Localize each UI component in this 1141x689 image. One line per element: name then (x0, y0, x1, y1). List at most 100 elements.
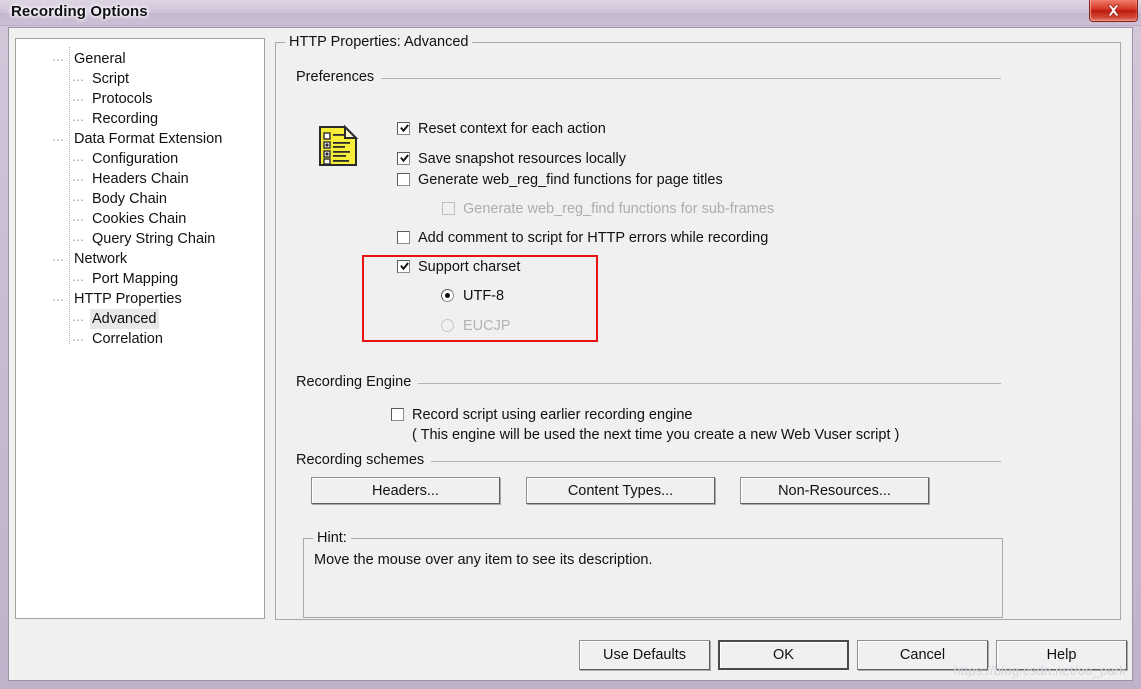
tree-item-data-format-extension[interactable]: ⋯ Data Format Extension (16, 129, 264, 149)
tree-connector-icon: ⋯ (52, 253, 64, 267)
title-bar[interactable]: Recording Options (0, 0, 1141, 26)
tree-item-label: Body Chain (92, 191, 167, 207)
button-label: Use Defaults (602, 647, 686, 663)
tree-item-label: HTTP Properties (74, 291, 182, 307)
tree-item-label: Query String Chain (92, 231, 216, 247)
button-label: Content Types... (567, 482, 674, 499)
radio-dot (445, 293, 450, 298)
hint-title: Hint: (313, 530, 351, 546)
tree-item-query-string-chain[interactable]: ⋯ Query String Chain (16, 229, 264, 249)
checkbox-box (391, 408, 404, 421)
tree-item-label: Headers Chain (92, 171, 189, 187)
close-icon (1107, 4, 1120, 17)
recording-options-window: Recording Options ⋯ General ⋯ Script ⋯ Protoc… (0, 0, 1141, 689)
tree-item-protocols[interactable]: ⋯ Protocols (16, 89, 264, 109)
window-title: Recording Options (11, 3, 148, 20)
preferences-section-header: Preferences (296, 69, 1001, 87)
watermark-text: https://blog.csdn.net/oo_park (953, 663, 1126, 678)
button-label: Non-Resources... (778, 482, 891, 499)
checkbox-box (442, 202, 455, 215)
checkbox-label: Save snapshot resources locally (418, 151, 626, 167)
button-content-types[interactable]: Content Types... (526, 477, 715, 504)
tree-connector-icon: ⋯ (72, 113, 84, 127)
tree-item-body-chain[interactable]: ⋯ Body Chain (16, 189, 264, 209)
recording-engine-note: ( This engine will be used the next time… (412, 427, 900, 443)
tree-connector-icon: ⋯ (72, 233, 84, 247)
button-non-resources[interactable]: Non-Resources... (740, 477, 929, 504)
checkbox-box (397, 231, 410, 244)
tree-item-network[interactable]: ⋯ Network (16, 249, 264, 269)
check-icon (400, 262, 409, 271)
tree-item-port-mapping[interactable]: ⋯ Port Mapping (16, 269, 264, 289)
tree-item-label: Advanced (90, 309, 159, 329)
tree-item-label: Correlation (92, 331, 163, 347)
tree-item-correlation[interactable]: ⋯ Correlation (16, 329, 264, 349)
preferences-rule (296, 78, 1001, 79)
tree-item-label: Port Mapping (92, 271, 179, 287)
checkbox-label: Generate web_reg_find functions for sub-… (463, 201, 775, 217)
button-label: Cancel (899, 647, 946, 663)
recording-schemes-section-header: Recording schemes (296, 452, 1001, 470)
checkbox-label: Add comment to script for HTTP errors wh… (418, 230, 769, 246)
tree-connector-icon: ⋯ (72, 153, 84, 167)
radio-circle (441, 289, 454, 302)
checkbox-label: Record script using earlier recording en… (412, 407, 693, 423)
button-use-defaults[interactable]: Use Defaults (579, 640, 710, 670)
check-icon (400, 154, 409, 163)
checkbox-box (397, 260, 410, 273)
tree-item-general[interactable]: ⋯ General (16, 49, 264, 69)
tree-item-headers-chain[interactable]: ⋯ Headers Chain (16, 169, 264, 189)
tree-connector-icon: ⋯ (72, 73, 84, 87)
radio-label: EUCJP (463, 318, 511, 334)
tree-item-advanced[interactable]: ⋯ Advanced (16, 309, 264, 329)
tree-connector-icon: ⋯ (72, 173, 84, 187)
button-label: Headers... (372, 482, 439, 499)
tree-connector-icon: ⋯ (72, 93, 84, 107)
button-label: Help (1046, 647, 1077, 663)
http-properties-advanced-group: HTTP Properties: Advanced Preferences Re… (275, 34, 1121, 620)
recording-engine-section-header: Recording Engine (296, 374, 1001, 392)
tree-item-recording[interactable]: ⋯ Recording (16, 109, 264, 129)
checkbox-box (397, 152, 410, 165)
checkbox-label: Support charset (418, 259, 521, 275)
tree-connector-icon: ⋯ (52, 53, 64, 67)
check-icon (400, 124, 409, 133)
radio-label: UTF-8 (463, 288, 505, 304)
hint-group: Hint: Move the mouse over any item to se… (303, 530, 1003, 618)
hint-text: Move the mouse over any item to see its … (314, 552, 653, 568)
recording-engine-label: Recording Engine (296, 374, 419, 390)
tree-item-configuration[interactable]: ⋯ Configuration (16, 149, 264, 169)
tree-item-label: Protocols (92, 91, 153, 107)
tree-connector-icon: ⋯ (72, 193, 84, 207)
dialog-client-area: ⋯ General ⋯ Script ⋯ Protocols ⋯ Recording ⋯ Data… (8, 27, 1133, 681)
button-label: OK (773, 647, 794, 663)
tree-connector-icon: ⋯ (72, 213, 84, 227)
tree-item-cookies-chain[interactable]: ⋯ Cookies Chain (16, 209, 264, 229)
tree-item-label: General (74, 51, 126, 67)
form-document-icon (319, 124, 359, 166)
tree-connector-icon: ⋯ (52, 293, 64, 307)
button-ok[interactable]: OK (718, 640, 849, 670)
tree-connector-icon: ⋯ (52, 133, 64, 147)
tree-connector-icon: ⋯ (72, 273, 84, 287)
tree-connector-icon: ⋯ (72, 313, 84, 327)
recording-schemes-label: Recording schemes (296, 452, 432, 468)
checkbox-label: Generate web_reg_find functions for page… (418, 172, 723, 188)
tree-item-label: Network (74, 251, 128, 267)
radio-circle (441, 319, 454, 332)
tree-item-label: Configuration (92, 151, 179, 167)
tree-item-label: Data Format Extension (74, 131, 223, 147)
tree-item-label: Recording (92, 111, 159, 127)
checkbox-box (397, 173, 410, 186)
tree-item-http-properties[interactable]: ⋯ HTTP Properties (16, 289, 264, 309)
tree-item-label: Script (92, 71, 130, 87)
button-headers[interactable]: Headers... (311, 477, 500, 504)
checkbox-box (397, 122, 410, 135)
options-tree[interactable]: ⋯ General ⋯ Script ⋯ Protocols ⋯ Recording ⋯ Data… (15, 38, 265, 619)
preferences-label: Preferences (296, 69, 382, 85)
tree-connector-icon: ⋯ (72, 333, 84, 347)
checkbox-label: Reset context for each action (418, 121, 606, 137)
close-button[interactable] (1089, 0, 1138, 22)
tree-item-label: Cookies Chain (92, 211, 187, 227)
tree-item-script[interactable]: ⋯ Script (16, 69, 264, 89)
